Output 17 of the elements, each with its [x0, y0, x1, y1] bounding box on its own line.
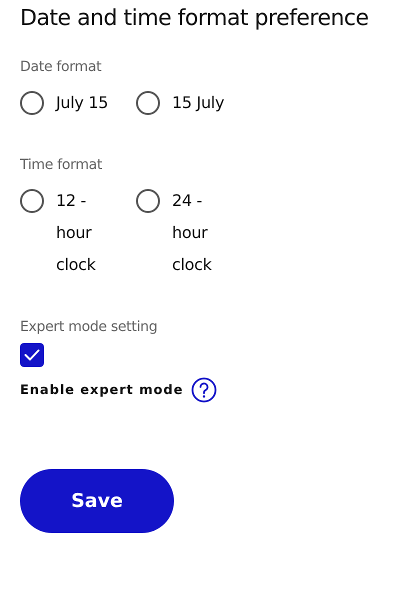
radio-button[interactable] — [20, 91, 44, 115]
check-icon — [24, 349, 40, 361]
radio-button[interactable] — [136, 91, 160, 115]
help-icon[interactable] — [191, 377, 218, 403]
option-label: 24 - hour clock — [172, 190, 213, 276]
save-button[interactable]: Save — [20, 469, 174, 533]
section-label: Expert mode setting — [20, 319, 158, 335]
option-label: July 15 — [56, 92, 108, 114]
radio-button[interactable] — [136, 189, 160, 213]
radio-button[interactable] — [20, 189, 44, 213]
page-title: Date and time format preference — [20, 6, 369, 31]
checkbox[interactable] — [20, 343, 44, 367]
checkbox-label: Enable expert mode — [20, 382, 184, 398]
option-label: 12 - hour clock — [56, 190, 97, 276]
option-label: 15 July — [172, 92, 224, 114]
section-label: Date format — [20, 59, 102, 75]
section-label: Time format — [20, 157, 102, 173]
